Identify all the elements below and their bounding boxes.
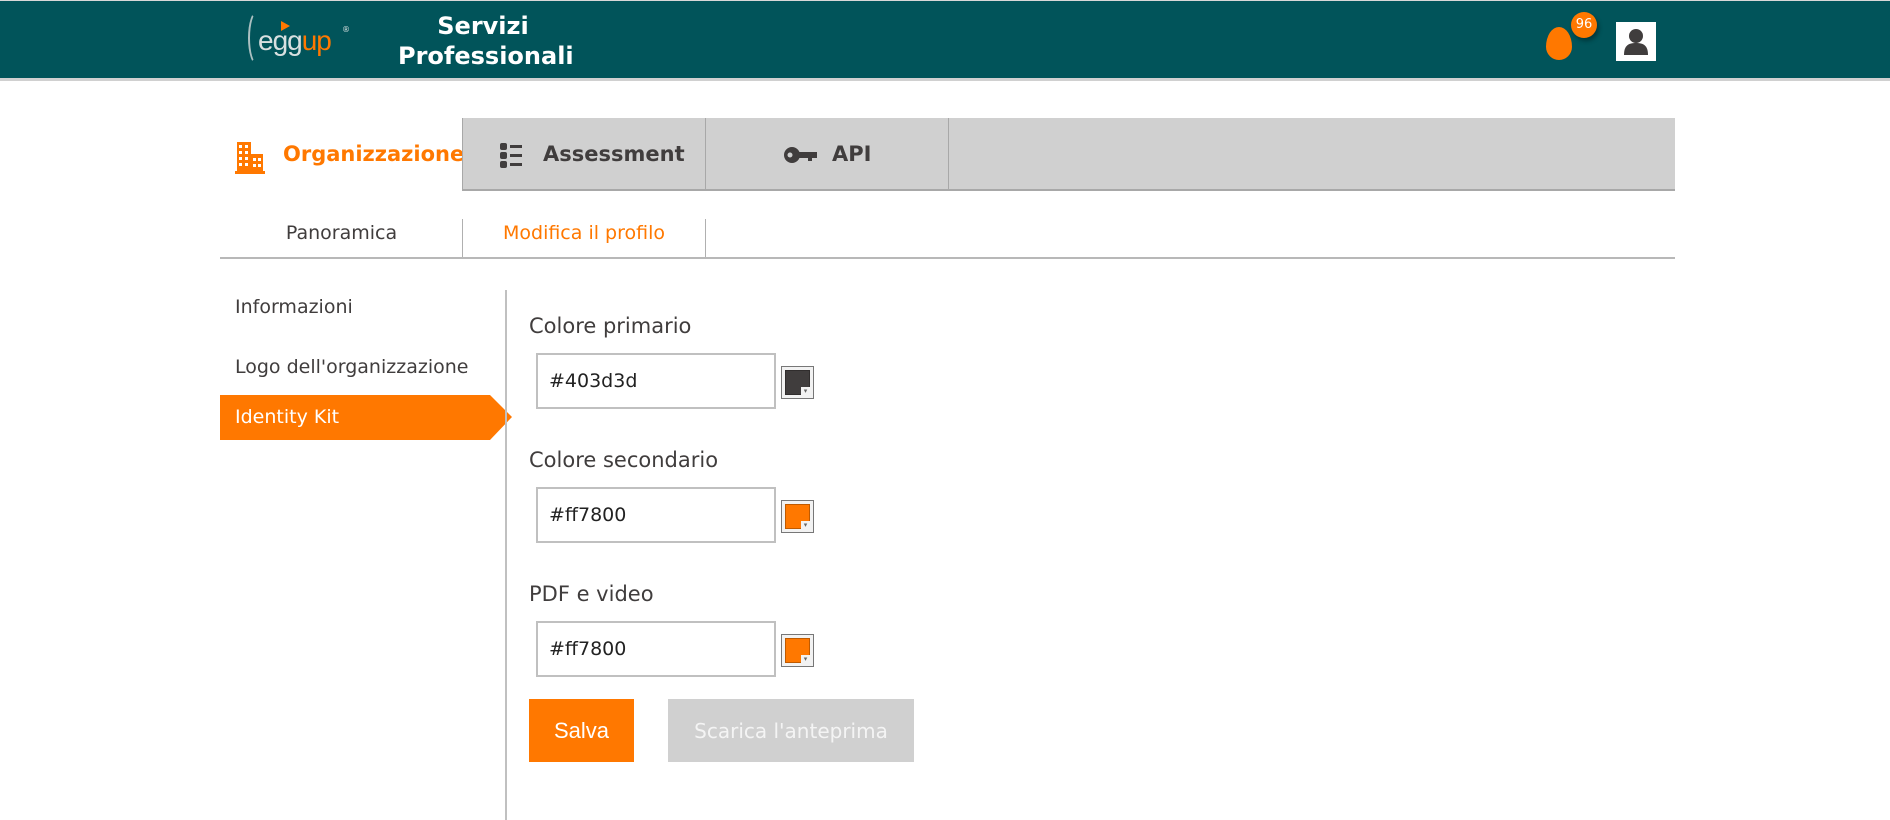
subtab-panoramica[interactable]: Panoramica [220, 219, 463, 257]
subtab-modifica-profilo[interactable]: Modifica il profilo [462, 219, 705, 257]
tab-assessment-label: Assessment [543, 142, 685, 166]
subtab-divider [705, 219, 706, 257]
tab-api[interactable]: API [706, 118, 949, 189]
field-label-pdf-video: PDF e video [529, 582, 654, 606]
sidebar-item-informazioni[interactable]: Informazioni [220, 285, 490, 330]
egg-icon [1546, 27, 1572, 60]
field-label-secondary: Colore secondario [529, 448, 719, 472]
app-title-line2: Professionali [398, 42, 574, 70]
primary-color-input[interactable] [536, 353, 776, 409]
notification-badge: 96 [1571, 12, 1597, 38]
sub-tabs: Panoramica Modifica il profilo [220, 219, 1675, 259]
tab-organizzazione[interactable]: Organizzazione [220, 118, 465, 191]
download-preview-button[interactable]: Scarica l'anteprima [668, 699, 914, 762]
logo-registered: ® [342, 25, 350, 34]
logo-text-accent: up [301, 25, 332, 56]
secondary-color-swatch [785, 504, 810, 530]
tab-bar: Assessment API [462, 118, 1675, 191]
sidebar-item-identity-kit[interactable]: Identity Kit [220, 395, 512, 440]
secondary-color-input[interactable] [536, 487, 776, 543]
pdf-video-color-input[interactable] [536, 621, 776, 677]
user-avatar-icon [1624, 29, 1648, 55]
eggup-logo[interactable]: eggup ® [248, 9, 358, 67]
app-title-line1: Servizi [437, 12, 529, 40]
tab-organizzazione-label: Organizzazione [283, 142, 465, 166]
notifications-button[interactable]: 96 [1546, 12, 1597, 61]
logo-text: eggup [258, 25, 332, 57]
key-icon [784, 147, 817, 163]
save-button[interactable]: Salva [529, 699, 634, 762]
tab-api-label: API [832, 142, 872, 166]
pdf-video-color-picker[interactable] [781, 634, 814, 667]
sidebar-item-logo[interactable]: Logo dell'organizzazione [220, 345, 490, 390]
main-tabs: Organizzazione Assessment API [220, 118, 1675, 191]
pdf-video-color-swatch [785, 638, 810, 664]
vertical-divider [505, 290, 507, 820]
secondary-color-picker[interactable] [781, 500, 814, 533]
user-avatar-button[interactable] [1616, 22, 1656, 61]
primary-color-picker[interactable] [781, 366, 814, 399]
building-icon [235, 142, 265, 174]
logo-text-main: egg [258, 25, 303, 56]
list-icon [500, 143, 522, 168]
app-title: Servizi Professionali [398, 11, 574, 71]
field-label-primary: Colore primario [529, 314, 692, 338]
tab-assessment[interactable]: Assessment [463, 118, 706, 189]
primary-color-swatch [785, 370, 810, 396]
top-bar: eggup ® Servizi Professionali 96 [0, 0, 1890, 81]
